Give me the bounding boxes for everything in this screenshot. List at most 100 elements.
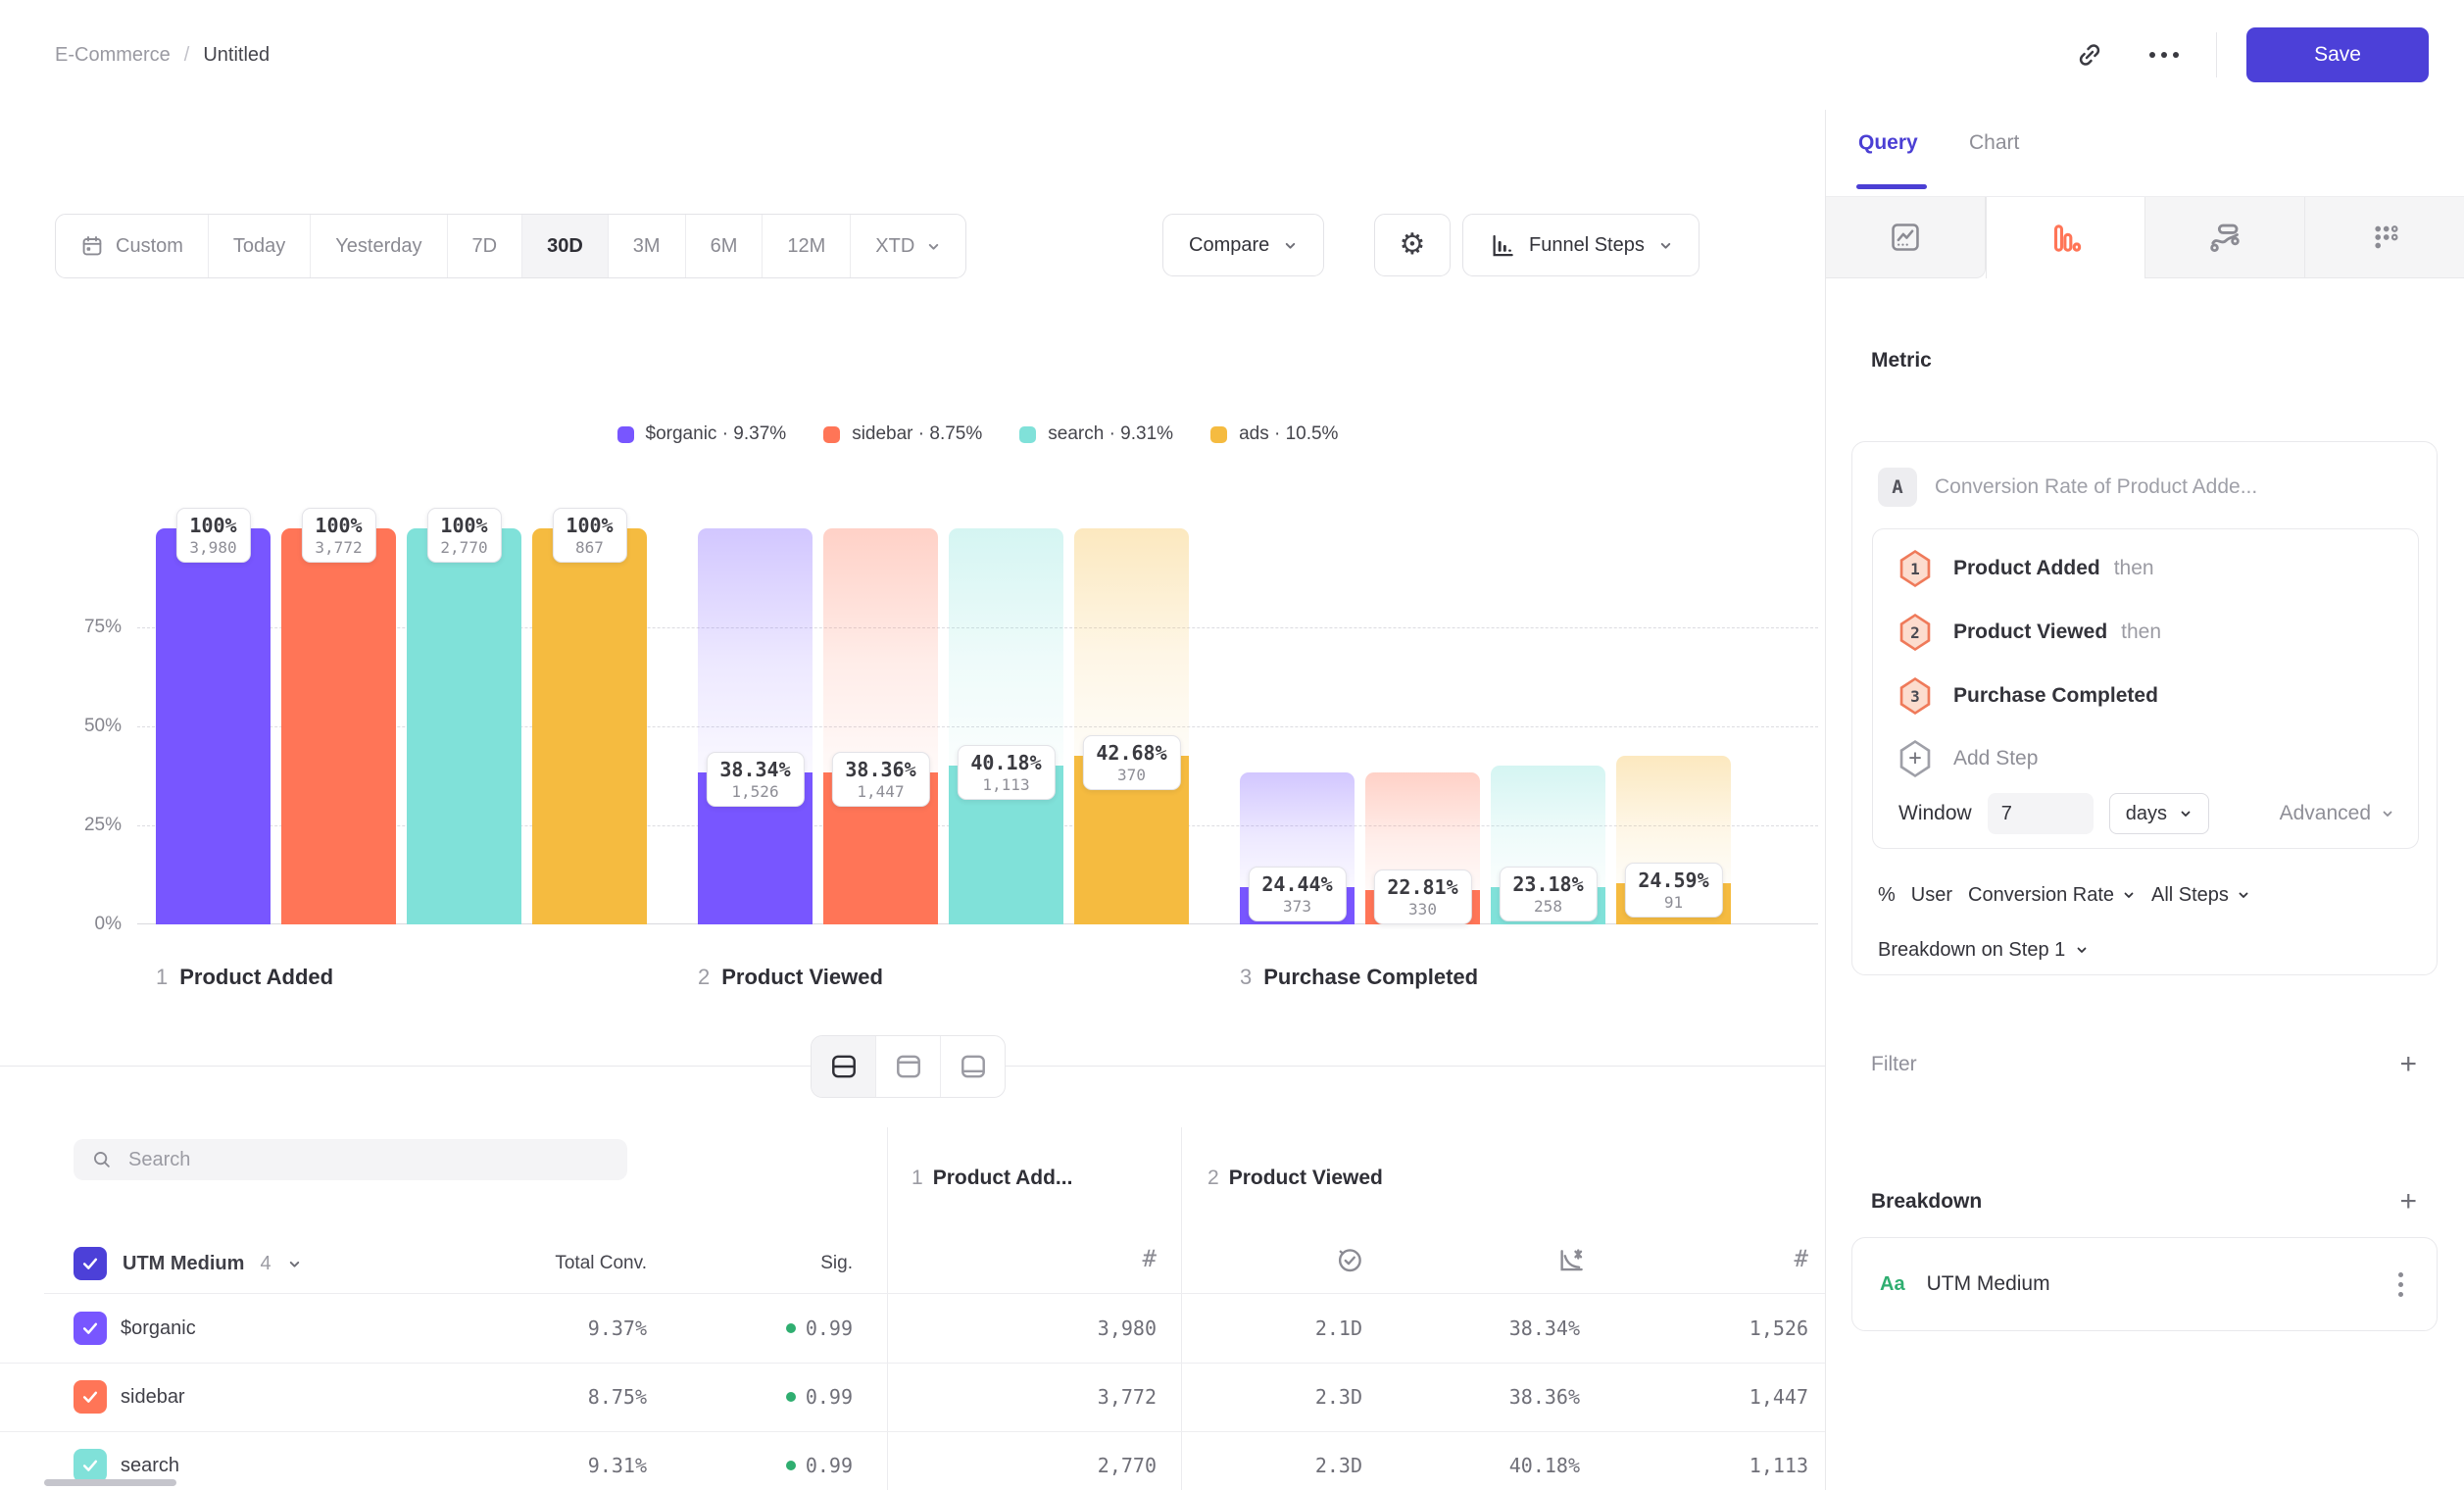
query-panel: Query Chart <box>1825 110 2464 1490</box>
chevron-down-icon <box>2381 807 2394 820</box>
bar-count: 1,447 <box>845 782 915 801</box>
tab-funnels[interactable] <box>1986 197 2145 278</box>
total-conversion-value: 8.75% <box>451 1363 647 1431</box>
funnel-bar[interactable]: 38.36%1,447 <box>823 528 938 924</box>
query-step-row[interactable]: 2Product Viewedthen <box>1898 613 2161 652</box>
funnel-bar-converted <box>281 528 396 924</box>
query-step-row[interactable]: 3Purchase Completed <box>1898 676 2158 716</box>
row-checkbox[interactable] <box>74 1380 107 1414</box>
window-value-input[interactable] <box>1988 793 2094 834</box>
metric-series-row[interactable]: A Conversion Rate of Product Adde... <box>1878 468 2257 507</box>
breakdown-on-step-selector[interactable]: Breakdown on Step 1 <box>1878 930 2089 969</box>
funnel-bar[interactable]: 38.34%1,526 <box>698 528 813 924</box>
more-options-button[interactable] <box>2142 32 2187 77</box>
table-row[interactable]: sidebar8.75%0.993,7722.3D38.36%1,447 <box>0 1363 1825 1432</box>
step-axis-label: 3Purchase Completed <box>1240 965 1478 990</box>
layout-top-toggle[interactable] <box>876 1036 941 1097</box>
funnel-bar[interactable]: 42.68%370 <box>1074 528 1189 924</box>
report-title[interactable]: Untitled <box>203 44 270 67</box>
funnel-bar[interactable]: 100%867 <box>532 528 647 924</box>
horizontal-scrollbar-thumb[interactable] <box>44 1479 176 1486</box>
compare-button[interactable]: Compare <box>1162 214 1324 276</box>
tab-insights[interactable] <box>1826 197 1986 278</box>
add-filter-button[interactable]: + <box>2399 1050 2417 1079</box>
significance-value: 0.99 <box>676 1363 853 1431</box>
funnel-bar[interactable]: 100%2,770 <box>407 528 521 924</box>
date-range-control: CustomTodayYesterday7D30D3M6M12MXTD <box>55 214 966 278</box>
add-breakdown-button[interactable]: + <box>2399 1187 2417 1217</box>
count-metric-icon[interactable]: # <box>1098 1245 1157 1272</box>
bar-count: 867 <box>566 538 613 557</box>
funnel-chart: 100%3,980100%3,772100%2,770100%867 38.34%… <box>137 528 1818 924</box>
date-range-12m[interactable]: 12M <box>763 215 851 277</box>
date-range-6m[interactable]: 6M <box>686 215 764 277</box>
tab-query[interactable]: Query <box>1858 131 1918 155</box>
date-range-today[interactable]: Today <box>209 215 311 277</box>
query-step-row[interactable]: 1Product Addedthen <box>1898 549 2154 588</box>
tab-retention[interactable] <box>2305 197 2464 278</box>
window-unit-select[interactable]: days <box>2109 793 2209 834</box>
funnel-bar[interactable]: 22.81%330 <box>1365 528 1480 924</box>
kebab-menu-icon[interactable] <box>2392 1266 2409 1303</box>
bar-conversion-pct: 40.18% <box>970 751 1041 774</box>
legend-item[interactable]: ads · 10.5% <box>1210 423 1338 445</box>
date-range-xtd[interactable]: XTD <box>851 215 965 277</box>
legend-item[interactable]: search · 9.31% <box>1019 423 1173 445</box>
advanced-toggle[interactable]: Advanced <box>2280 802 2394 825</box>
funnel-bar-converted <box>156 528 271 924</box>
funnel-bar[interactable]: 23.18%258 <box>1491 528 1605 924</box>
add-step-button[interactable]: + Add Step <box>1898 739 2038 778</box>
total-conv-column-header[interactable]: Total Conv. <box>451 1253 647 1274</box>
save-button[interactable]: Save <box>2246 27 2429 82</box>
funnel-bar[interactable]: 100%3,980 <box>156 528 271 924</box>
sig-column-header[interactable]: Sig. <box>676 1253 853 1274</box>
bar-value-label: 24.59%91 <box>1624 863 1722 918</box>
share-link-button[interactable] <box>2067 32 2112 77</box>
bar-chart-icon <box>1489 232 1515 259</box>
table-row[interactable]: search9.31%0.992,7702.3D40.18%1,113 <box>0 1431 1825 1490</box>
legend-item[interactable]: $organic · 9.37% <box>617 423 787 445</box>
row-checkbox[interactable] <box>74 1312 107 1345</box>
legend-label: sidebar · 8.75% <box>852 423 982 445</box>
conversion-rate-icon[interactable] <box>1556 1245 1586 1274</box>
chart-legend: $organic · 9.37% sidebar · 8.75% search · … <box>137 423 1818 445</box>
funnel-bar[interactable]: 40.18%1,113 <box>949 528 1063 924</box>
metric-selector[interactable]: Conversion Rate <box>1968 884 2136 907</box>
date-range-custom[interactable]: Custom <box>56 215 209 277</box>
breakdown-column-header[interactable]: UTM Medium 4 <box>74 1247 302 1280</box>
row-checkbox[interactable] <box>74 1449 107 1482</box>
breakdown-item[interactable]: Aa UTM Medium <box>1851 1237 2438 1331</box>
actor-selector[interactable]: User <box>1911 884 1952 907</box>
chart-type-button[interactable]: Funnel Steps <box>1462 214 1700 276</box>
link-icon <box>2075 40 2104 70</box>
filter-section: Filter + <box>1871 1037 2417 1092</box>
funnel-bar[interactable]: 24.59%91 <box>1616 528 1731 924</box>
search-input[interactable] <box>126 1148 610 1172</box>
scope-selector[interactable]: All Steps <box>2151 884 2250 907</box>
date-range-7d[interactable]: 7D <box>448 215 523 277</box>
string-type-badge: Aa <box>1880 1273 1905 1296</box>
count-metric-icon[interactable]: # <box>1749 1245 1808 1272</box>
chart-settings-button[interactable]: ⚙ <box>1374 214 1451 276</box>
step1-column-header: 1 Product Add... <box>912 1167 1072 1190</box>
tab-chart[interactable]: Chart <box>1969 131 2019 155</box>
table-row[interactable]: $organic9.37%0.993,9802.1D38.34%1,526 <box>0 1294 1825 1364</box>
date-range-yesterday[interactable]: Yesterday <box>311 215 447 277</box>
layout-bottom-toggle[interactable] <box>941 1036 1005 1097</box>
chevron-down-icon <box>926 239 941 254</box>
layout-split-toggle[interactable] <box>812 1036 876 1097</box>
date-range-3m[interactable]: 3M <box>609 215 686 277</box>
select-all-checkbox[interactable] <box>74 1247 107 1280</box>
step-axis-label: 2Product Viewed <box>698 965 883 990</box>
date-range-30d[interactable]: 30D <box>522 215 609 277</box>
legend-item[interactable]: sidebar · 8.75% <box>823 423 982 445</box>
legend-swatch <box>1019 426 1036 443</box>
breadcrumb-project[interactable]: E-Commerce <box>55 44 171 67</box>
funnel-bar-converted <box>407 528 521 924</box>
y-axis-tick-label: 0% <box>51 911 122 938</box>
tab-flows[interactable] <box>2145 197 2305 278</box>
funnel-bar[interactable]: 24.44%373 <box>1240 528 1355 924</box>
filter-heading: Filter <box>1871 1053 1917 1076</box>
time-to-convert-icon[interactable] <box>1335 1245 1364 1274</box>
funnel-bar[interactable]: 100%3,772 <box>281 528 396 924</box>
